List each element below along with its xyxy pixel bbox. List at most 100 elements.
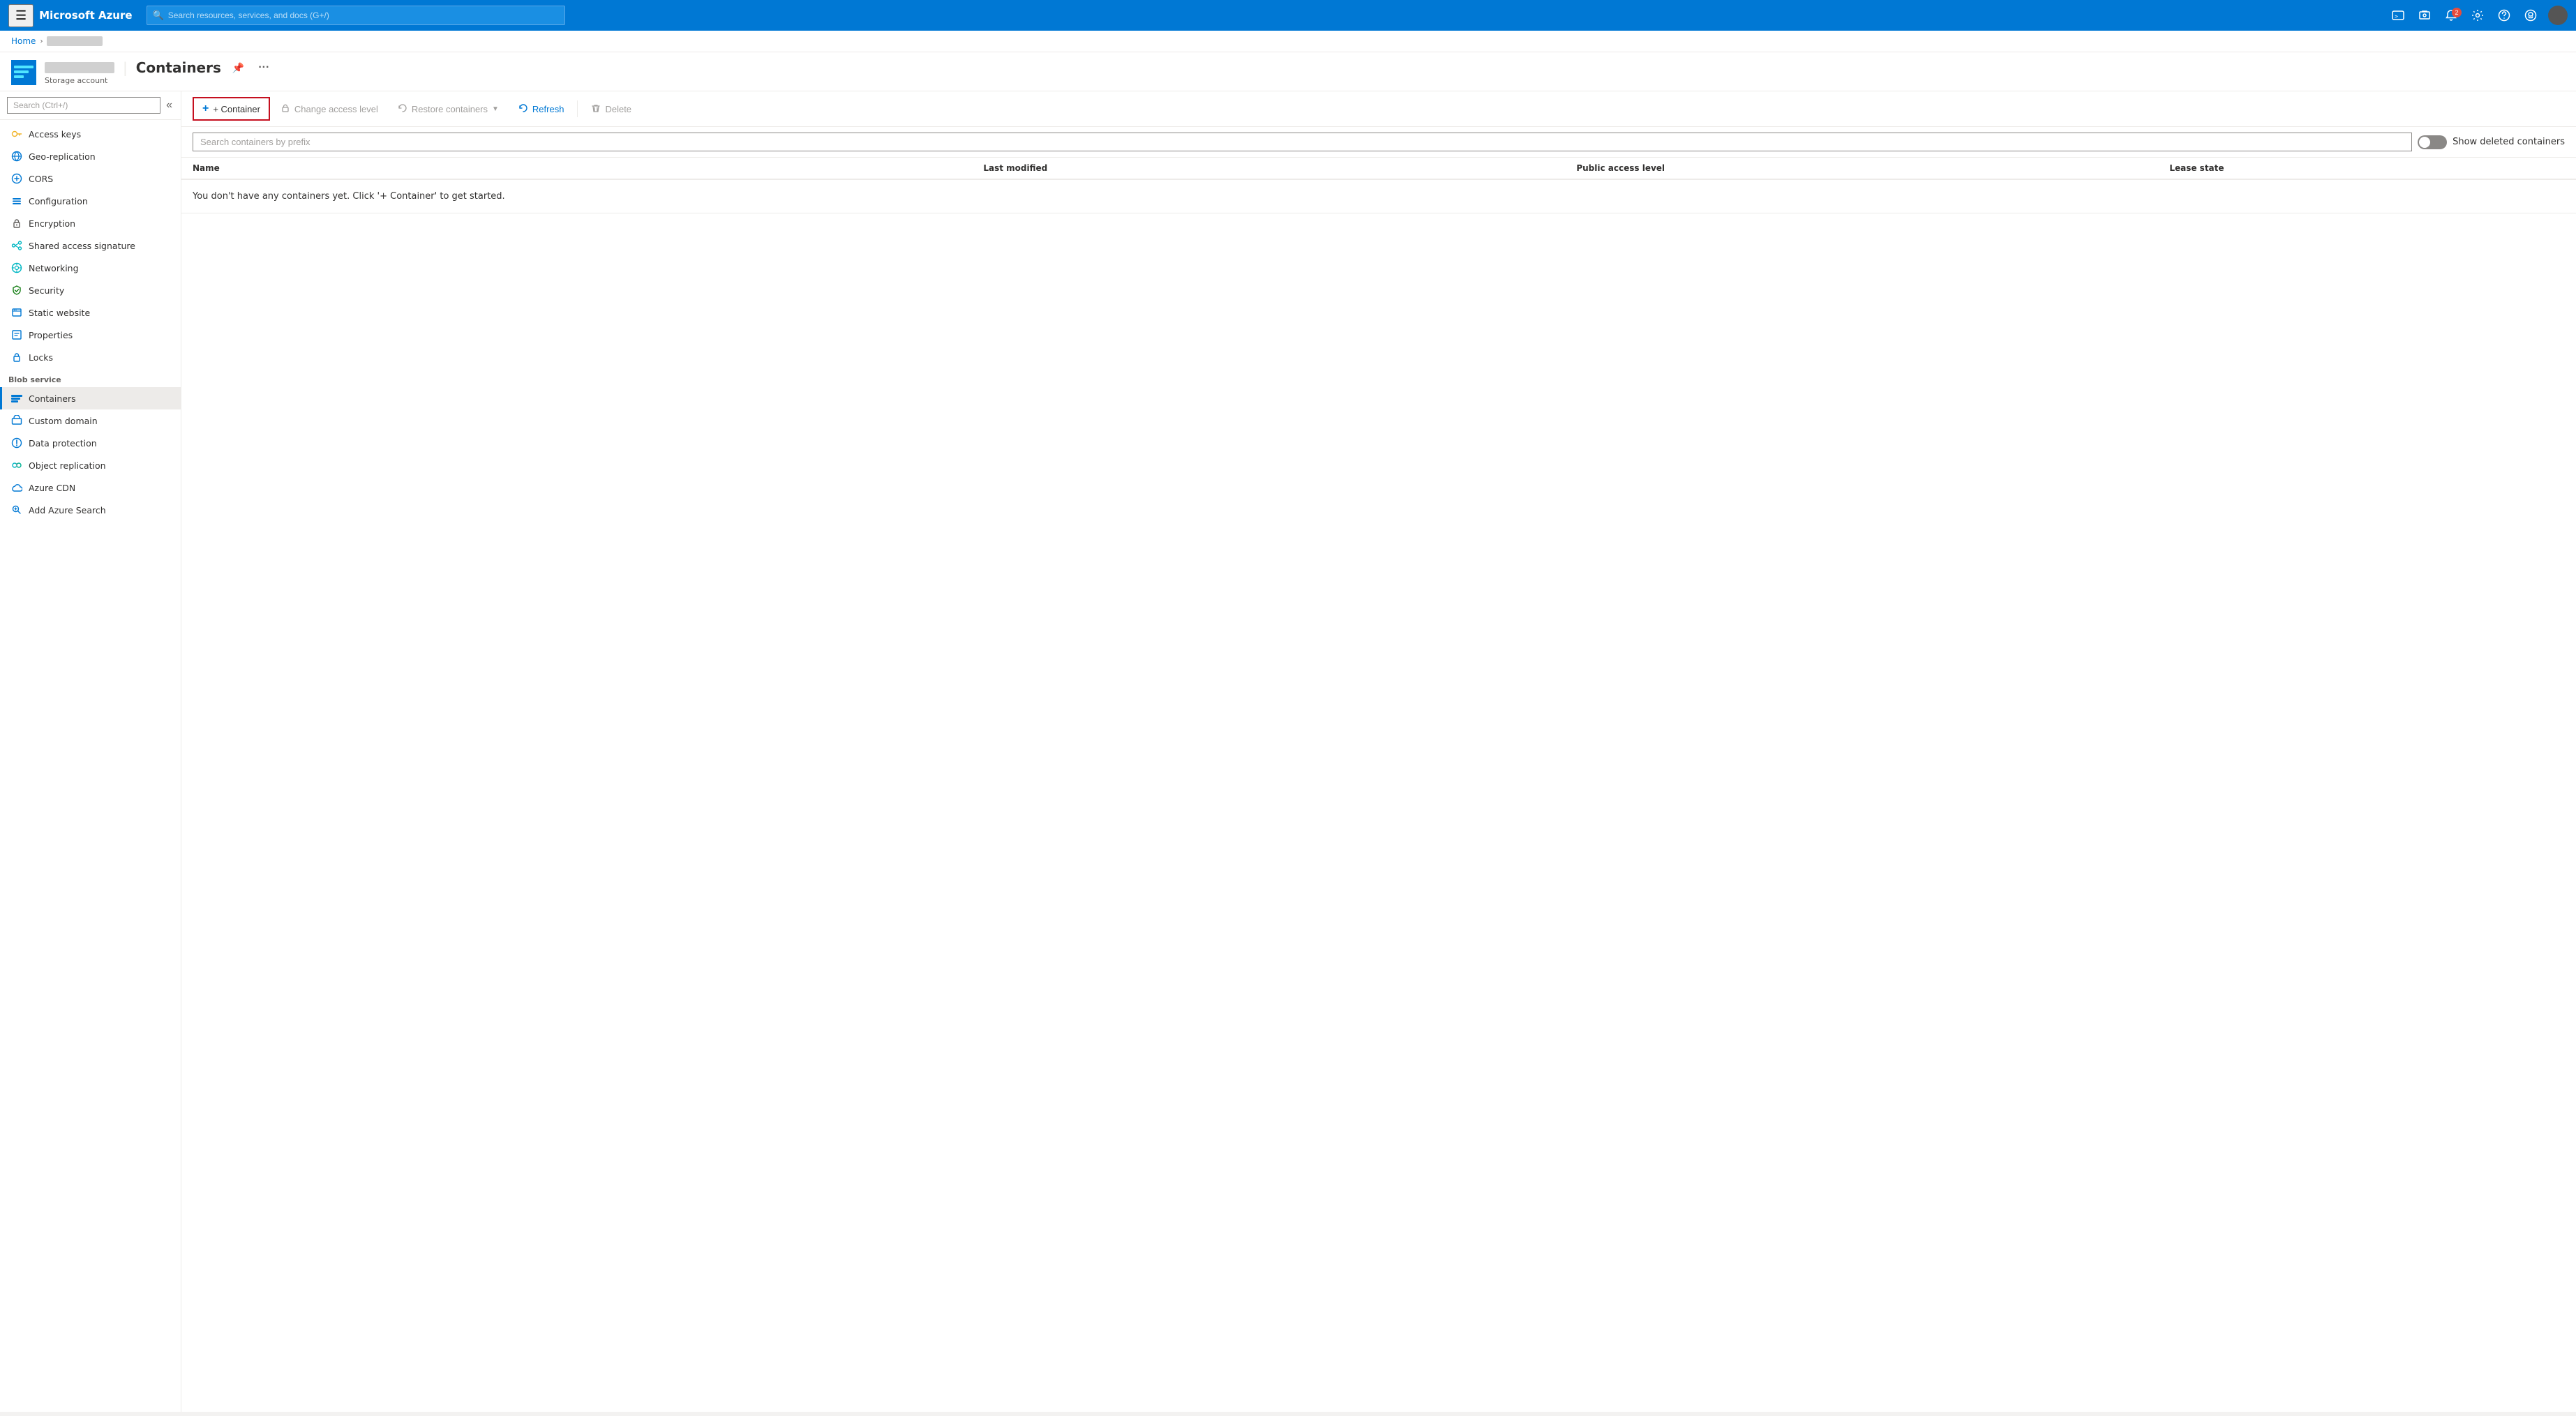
breadcrumb: Home › [0,31,2576,52]
sidebar-item-label: Security [29,285,64,296]
sidebar-search-input[interactable] [7,97,160,114]
encrypt-icon [10,217,23,229]
sidebar: « Access keys Geo-replication [0,91,181,1412]
sidebar-item-cors[interactable]: CORS [0,167,181,190]
add-container-button[interactable]: + + Container [193,97,270,121]
user-avatar[interactable] [2548,6,2568,25]
sidebar-item-locks[interactable]: Locks [0,346,181,368]
table-empty-message: You don't have any containers yet. Click… [181,180,2576,213]
change-access-label: Change access level [294,104,378,114]
col-lease-state: Lease state [2169,163,2565,173]
restore-containers-button[interactable]: Restore containers ▼ [389,98,508,120]
sidebar-item-object-replication[interactable]: Object replication [0,454,181,476]
restore-dropdown-icon: ▼ [492,105,499,113]
sidebar-item-label: Object replication [29,460,106,471]
page-title: Containers [136,59,221,76]
sidebar-item-label: Data protection [29,438,97,449]
page-header: | Containers 📌 ··· Storage account [0,52,2576,91]
sidebar-item-encryption[interactable]: Encryption [0,212,181,234]
sidebar-item-security[interactable]: Security [0,279,181,301]
show-deleted-toggle-container: Show deleted containers [2418,135,2565,149]
sidebar-item-label: Networking [29,263,79,273]
global-search-input[interactable] [168,10,559,20]
delete-icon [591,103,601,115]
container-search-input[interactable] [193,133,2412,151]
sidebar-item-data-protection[interactable]: Data protection [0,432,181,454]
restore-label: Restore containers [412,104,488,114]
page-header-title-area: | Containers 📌 ··· Storage account [45,59,272,85]
account-name-blurred [45,62,114,73]
breadcrumb-sep: › [40,38,43,45]
col-name: Name [193,163,983,173]
brand-name: Microsoft Azure [39,9,132,22]
table-header: Name Last modified Public access level L… [181,158,2576,180]
sidebar-item-label: Shared access signature [29,241,135,251]
replication-icon [10,459,23,472]
delete-label: Delete [605,104,631,114]
sidebar-search-container: « [0,91,181,120]
refresh-button[interactable]: Refresh [509,98,574,120]
content-search-bar: Show deleted containers [181,127,2576,158]
sidebar-item-access-keys[interactable]: Access keys [0,123,181,145]
col-last-modified: Last modified [983,163,1576,173]
lock-toolbar-icon [280,103,290,115]
cloud-shell-button[interactable]: >_ [2386,6,2410,24]
sidebar-item-containers[interactable]: Containers [0,387,181,409]
plus-icon: + [202,103,209,115]
sidebar-item-label: Add Azure Search [29,505,106,515]
table-area: You don't have any containers yet. Click… [181,180,2576,1412]
search-add-icon [10,504,23,516]
change-access-button[interactable]: Change access level [271,98,387,120]
static-icon [10,306,23,319]
sidebar-item-static-website[interactable]: Static website [0,301,181,324]
delete-button[interactable]: Delete [582,98,641,120]
sidebar-item-label: Locks [29,352,53,363]
sidebar-item-label: CORS [29,174,53,184]
sidebar-item-azure-cdn[interactable]: Azure CDN [0,476,181,499]
containers-icon [10,392,23,405]
cdn-icon [10,481,23,494]
sidebar-item-properties[interactable]: Properties [0,324,181,346]
sidebar-item-configuration[interactable]: Configuration [0,190,181,212]
more-options-button[interactable]: ··· [255,60,272,75]
network-icon [10,262,23,274]
sidebar-item-networking[interactable]: Networking [0,257,181,279]
sidebar-item-label: Static website [29,308,90,318]
main-layout: « Access keys Geo-replication [0,91,2576,1412]
search-icon: 🔍 [153,10,164,21]
toolbar-separator [577,100,578,117]
toolbar: + + Container Change access level Restor… [181,91,2576,127]
security-icon [10,284,23,296]
add-container-label: + Container [213,104,260,114]
domain-icon [10,414,23,427]
sidebar-item-custom-domain[interactable]: Custom domain [0,409,181,432]
global-search[interactable]: 🔍 [147,6,565,25]
feedback-button[interactable] [2519,6,2543,24]
restore-icon [398,103,407,115]
sidebar-item-geo-replication[interactable]: Geo-replication [0,145,181,167]
breadcrumb-home[interactable]: Home [11,36,36,46]
breadcrumb-account [47,36,103,46]
sidebar-item-add-azure-search[interactable]: Add Azure Search [0,499,181,521]
shared-icon [10,239,23,252]
sidebar-item-shared-access[interactable]: Shared access signature [0,234,181,257]
refresh-label: Refresh [532,104,564,114]
pin-button[interactable]: 📌 [230,61,247,75]
topbar: ☰ Microsoft Azure 🔍 >_ 2 [0,0,2576,31]
show-deleted-toggle[interactable] [2418,135,2447,149]
notifications-button[interactable]: 2 [2439,6,2463,24]
sidebar-item-label: Azure CDN [29,483,75,493]
sidebar-collapse-button[interactable]: « [165,98,174,113]
toggle-knob [2419,137,2430,148]
sidebar-item-label: Access keys [29,129,81,140]
sidebar-item-label: Containers [29,393,76,404]
show-deleted-label: Show deleted containers [2453,137,2565,147]
help-button[interactable] [2492,6,2516,24]
directory-button[interactable] [2413,6,2436,24]
hamburger-menu[interactable]: ☰ [8,4,33,27]
settings-button[interactable] [2466,6,2489,24]
blob-service-label: Blob service [0,368,181,387]
content-area: + + Container Change access level Restor… [181,91,2576,1412]
props-icon [10,329,23,341]
sidebar-item-label: Geo-replication [29,151,96,162]
